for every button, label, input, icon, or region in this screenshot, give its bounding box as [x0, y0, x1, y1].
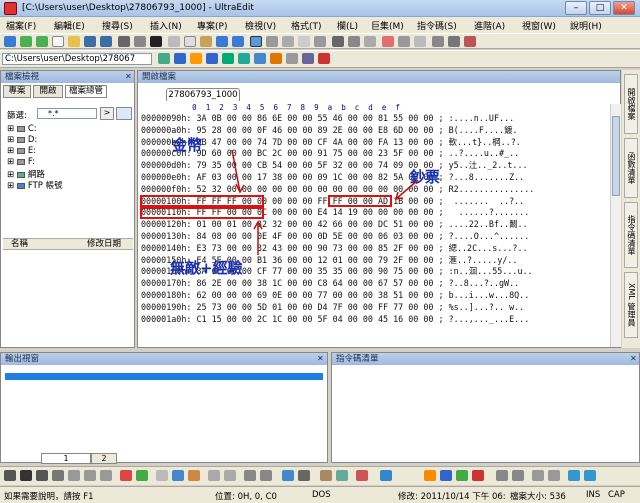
validate-icon[interactable] [336, 470, 348, 481]
tag-icon[interactable] [320, 470, 332, 481]
status-file-size: 檔案大小: 536 [510, 492, 566, 502]
bottom-toolbar [0, 466, 640, 485]
status-bar: 如果需要說明，請按 F1 位置: 0H, 0, C0 DOS 修改: 2011/… [0, 486, 640, 503]
side-tab-script-list[interactable]: 指令碼清單 [624, 202, 638, 268]
firefox-preview-icon[interactable] [424, 470, 436, 481]
status-caps-lock: CAP [608, 490, 625, 500]
bold-icon[interactable] [20, 470, 32, 481]
status-line-ending: DOS [312, 490, 331, 500]
align-left-icon[interactable] [68, 470, 80, 481]
output-selection-bar [5, 373, 323, 380]
script-list-header: 指令碼清單 ✕ [332, 353, 639, 365]
right-side-tabs: 開啟檔案 函數清單 指令碼清單 XML 管理員 [622, 70, 640, 348]
status-modified: 修改: 2011/10/14 下午 06: [398, 492, 506, 502]
zoom-in-icon[interactable] [532, 470, 544, 481]
table-icon[interactable] [156, 470, 168, 481]
info-icon[interactable] [584, 470, 596, 481]
browser-preview-icon[interactable] [380, 470, 392, 481]
output-header: 輸出視窗 ✕ [1, 353, 327, 365]
underline-icon[interactable] [52, 470, 64, 481]
align-right-icon[interactable] [100, 470, 112, 481]
ie-preview-icon[interactable] [440, 470, 452, 481]
indent-icon[interactable] [208, 470, 220, 481]
output-tab-1[interactable]: 1 [41, 453, 91, 464]
ruler-icon[interactable] [496, 470, 508, 481]
output-tab-2[interactable]: 2 [91, 453, 117, 464]
uncomment-icon[interactable] [260, 470, 272, 481]
help-icon[interactable] [568, 470, 580, 481]
script-list-close-icon[interactable]: ✕ [630, 353, 637, 365]
outdent-icon[interactable] [224, 470, 236, 481]
zoom-out-icon[interactable] [548, 470, 560, 481]
highlight-icon[interactable] [136, 470, 148, 481]
side-tab-xml-manager[interactable]: XML 管理員 [624, 272, 638, 338]
arrow-ticket [395, 179, 419, 200]
html-icon[interactable] [282, 470, 294, 481]
status-insert-mode: INS [586, 490, 601, 500]
grid-icon[interactable] [512, 470, 524, 481]
italic-icon[interactable] [36, 470, 48, 481]
arrow-amount [231, 149, 241, 193]
opera-preview-icon[interactable] [472, 470, 484, 481]
status-help: 如果需要說明，請按 F1 [4, 492, 94, 502]
output-panel: 輸出視窗 ✕ 1 2 [0, 352, 328, 464]
stop-macro-icon[interactable] [356, 470, 368, 481]
status-position: 位置: 0H, 0, C0 [215, 492, 277, 502]
comment-icon[interactable] [244, 470, 256, 481]
format-icon[interactable] [4, 470, 16, 481]
side-tab-open-files[interactable]: 開啟檔案 [624, 74, 638, 134]
color-icon[interactable] [120, 470, 132, 481]
image-icon[interactable] [188, 470, 200, 481]
script-list-panel: 指令碼清單 ✕ [331, 352, 640, 463]
chrome-preview-icon[interactable] [456, 470, 468, 481]
side-tab-function-list[interactable]: 函數清單 [624, 138, 638, 198]
output-close-icon[interactable]: ✕ [317, 353, 324, 365]
align-center-icon[interactable] [84, 470, 96, 481]
link-icon[interactable] [172, 470, 184, 481]
code-icon[interactable] [298, 470, 310, 481]
